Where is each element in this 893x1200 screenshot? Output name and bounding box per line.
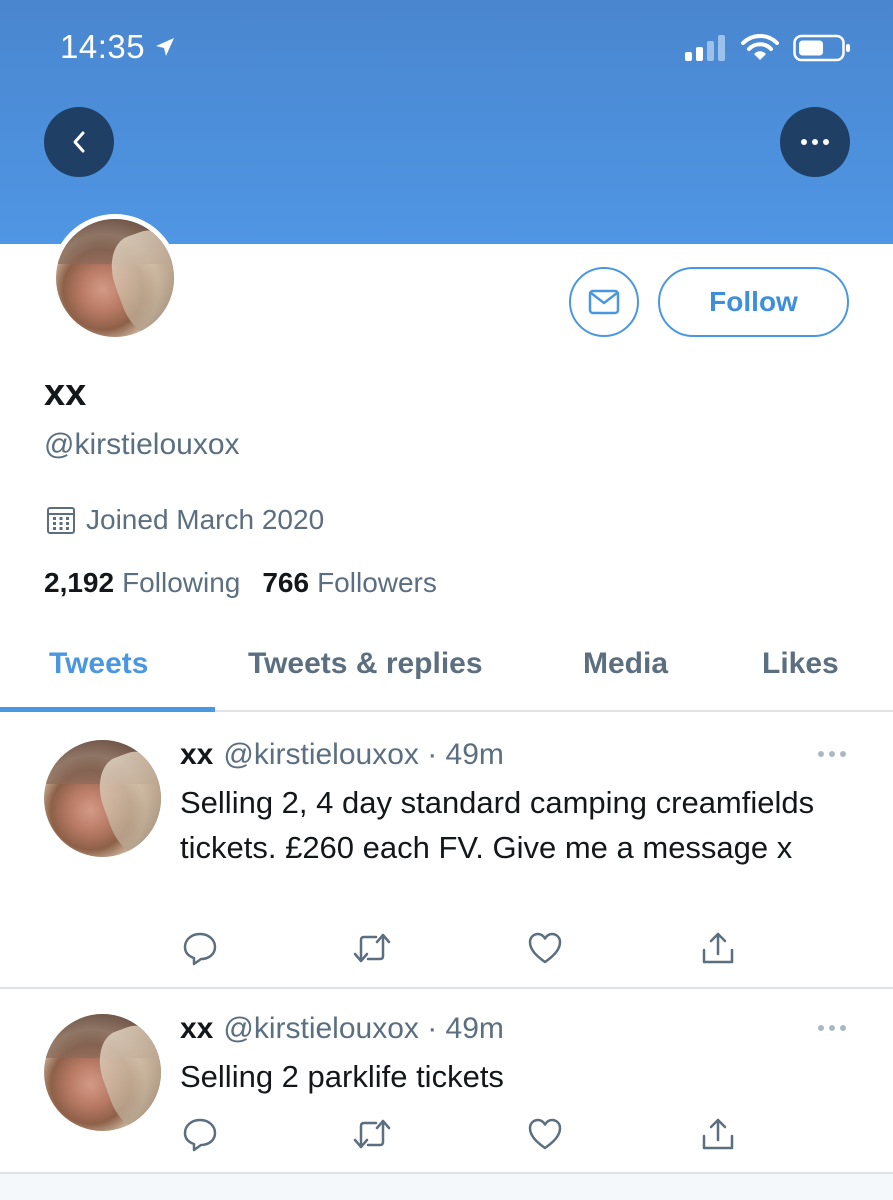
- followers-count: 766: [262, 567, 310, 598]
- following-label: Following: [122, 567, 241, 598]
- like-button[interactable]: [525, 928, 565, 968]
- avatar-image: [44, 740, 161, 857]
- tweet-header: xx @kirstielouxox · 49m: [180, 1012, 504, 1046]
- more-horizontal-icon: [801, 139, 829, 145]
- followers-label: Followers: [317, 567, 437, 598]
- more-options-button[interactable]: [780, 107, 850, 177]
- follow-button[interactable]: Follow: [658, 267, 849, 337]
- heart-icon: [528, 932, 562, 964]
- tweet-time: · 49m: [427, 738, 504, 771]
- retweet-button[interactable]: [352, 1114, 392, 1154]
- followers-link[interactable]: 766 Followers: [262, 567, 437, 599]
- calendar-icon: [47, 507, 75, 534]
- tab-tweets-and-replies[interactable]: Tweets & replies: [248, 647, 483, 681]
- joined-text: Joined March 2020: [86, 504, 325, 535]
- status-bar-indicators: [685, 34, 851, 62]
- display-name: xx: [44, 372, 87, 414]
- following-count: 2,192: [44, 567, 115, 598]
- tweet[interactable]: xx @kirstielouxox · 49m Selling 2 parklif…: [0, 990, 893, 1174]
- follow-stats: 2,192 Following 766 Followers: [44, 567, 437, 599]
- tab-tweets[interactable]: Tweets: [49, 647, 148, 681]
- share-icon: [702, 1118, 734, 1150]
- tweet-avatar[interactable]: [44, 740, 161, 857]
- tweet-actions: [180, 928, 740, 968]
- wifi-icon: [741, 34, 779, 60]
- tweet-text: Selling 2, 4 day standard camping creamf…: [180, 785, 815, 865]
- share-icon: [702, 932, 734, 964]
- reply-button[interactable]: [180, 928, 220, 968]
- clock-text: 14:35: [60, 28, 146, 65]
- back-button[interactable]: [44, 107, 114, 177]
- avatar-image: [44, 1014, 161, 1131]
- tweet-author-name: xx: [180, 1012, 214, 1045]
- battery-icon: [793, 34, 850, 62]
- heart-icon: [528, 1118, 562, 1150]
- share-button[interactable]: [698, 928, 738, 968]
- reply-icon: [183, 932, 217, 966]
- tweet-actions: [180, 1114, 740, 1154]
- following-link[interactable]: 2,192 Following: [44, 567, 240, 599]
- like-button[interactable]: [525, 1114, 565, 1154]
- status-bar-time: 14:35: [60, 28, 177, 66]
- message-button[interactable]: [569, 267, 639, 337]
- retweet-button[interactable]: [352, 928, 392, 968]
- tweet-author-handle: @kirstielouxox: [223, 1012, 419, 1045]
- tweet-author-name: xx: [180, 738, 214, 771]
- feed-bottom-strip: [0, 1174, 893, 1200]
- chevron-left-icon: [73, 131, 85, 153]
- tweet-more-icon[interactable]: [817, 1024, 847, 1032]
- tweet-author-handle: @kirstielouxox: [223, 738, 419, 771]
- tweet-time: · 49m: [427, 1012, 504, 1045]
- retweet-icon: [353, 1119, 391, 1149]
- joined-date: Joined March 2020: [46, 504, 324, 536]
- location-arrow-icon: [156, 38, 175, 56]
- profile-handle: @kirstielouxox: [44, 428, 240, 461]
- avatar-image: [56, 219, 174, 337]
- tweet-text: Selling 2 parklife tickets: [180, 1059, 504, 1094]
- profile-banner: 14:35: [0, 0, 893, 244]
- tweet-more-icon[interactable]: [817, 750, 847, 758]
- profile-tabs: Tweets Tweets & replies Media Likes: [0, 622, 893, 712]
- tweet-avatar[interactable]: [44, 1014, 161, 1131]
- profile-avatar[interactable]: [51, 214, 179, 342]
- cellular-signal-icon: [685, 35, 725, 61]
- tweet-header: xx @kirstielouxox · 49m: [180, 738, 504, 772]
- reply-button[interactable]: [180, 1114, 220, 1154]
- share-button[interactable]: [698, 1114, 738, 1154]
- tweet[interactable]: xx @kirstielouxox · 49m Selling 2, 4 day …: [0, 714, 893, 989]
- active-tab-indicator: [0, 707, 215, 712]
- tab-media[interactable]: Media: [583, 647, 668, 681]
- retweet-icon: [353, 933, 391, 963]
- reply-icon: [183, 1118, 217, 1152]
- envelope-icon: [588, 289, 620, 315]
- tab-likes[interactable]: Likes: [762, 647, 839, 681]
